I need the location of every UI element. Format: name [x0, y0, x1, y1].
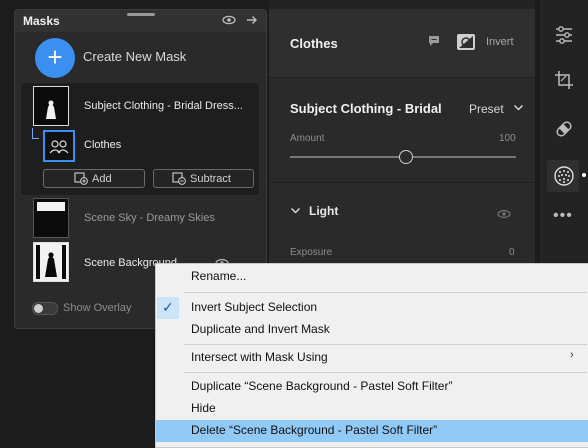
masks-panel-title: Masks [23, 14, 60, 28]
eye-icon[interactable] [497, 206, 511, 224]
crop-icon[interactable] [553, 69, 575, 96]
chevron-right-icon: › [570, 349, 574, 361]
menu-item-label: Duplicate “Scene Background - Pastel Sof… [191, 379, 453, 393]
menu-item-label: Duplicate and Invert Mask [191, 322, 330, 336]
mask-label[interactable]: Subject Clothing - Bridal Dress... [84, 100, 243, 112]
create-new-mask-button[interactable]: + [35, 38, 75, 78]
drag-handle[interactable] [127, 13, 155, 16]
show-overlay-label: Show Overlay [63, 302, 132, 314]
create-new-mask-label[interactable]: Create New Mask [83, 49, 186, 64]
menu-item-intersect-with-mask[interactable]: Intersect with Mask Using [156, 347, 588, 369]
exposure-value[interactable]: 0 [509, 247, 515, 258]
add-label: Add [92, 173, 112, 185]
menu-item-invert-subject-selection[interactable]: Invert Subject Selection [156, 297, 588, 319]
menu-item-label: Hide [191, 401, 216, 415]
comment-icon[interactable] [427, 34, 441, 53]
menu-item-duplicate-and-invert[interactable]: Duplicate and Invert Mask [156, 319, 588, 341]
mask-properties-header: Clothes Invert [269, 9, 535, 78]
show-overlay-toggle[interactable] [32, 302, 58, 315]
add-button[interactable]: Add [43, 169, 145, 188]
arrow-right-icon[interactable] [245, 13, 259, 32]
active-tool-indicator [582, 173, 586, 177]
menu-item-rename[interactable]: Rename... [156, 266, 588, 288]
menu-item-label: Invert Subject Selection [191, 300, 318, 314]
context-menu: Rename... ✓ Invert Subject Selection Dup… [155, 263, 588, 448]
menu-separator [184, 344, 587, 345]
menu-item-duplicate[interactable]: Duplicate “Scene Background - Pastel Sof… [156, 376, 588, 398]
menu-item-label: Delete “Scene Background - Pastel Soft F… [191, 423, 438, 437]
menu-item-delete[interactable]: Delete “Scene Background - Pastel Soft F… [156, 420, 588, 442]
chevron-down-icon[interactable] [290, 205, 301, 219]
menu-item-label: Intersect with Mask Using [191, 350, 328, 364]
subtract-label: Subtract [190, 173, 231, 185]
subtract-mask-icon [172, 172, 186, 188]
chevron-down-icon[interactable] [513, 102, 524, 116]
masks-panel-header: Masks [15, 10, 266, 32]
clothes-component-thumbnail[interactable] [43, 130, 75, 162]
add-mask-icon [74, 172, 88, 188]
amount-label: Amount [290, 133, 325, 144]
amount-value[interactable]: 100 [499, 133, 516, 144]
exposure-label: Exposure [290, 247, 333, 258]
healing-icon[interactable] [553, 118, 575, 145]
toggle-knob [34, 304, 43, 313]
selected-mask-group: Subject Clothing - Bridal Dress... Cloth… [21, 83, 259, 195]
masking-icon[interactable] [553, 165, 575, 192]
menu-item-hide[interactable]: Hide [156, 398, 588, 420]
subtract-button[interactable]: Subtract [153, 169, 254, 188]
preset-dropdown[interactable]: Preset [469, 102, 504, 116]
menu-item-label: Rename... [191, 269, 247, 283]
more-icon[interactable]: ••• [553, 207, 573, 225]
light-section-label[interactable]: Light [309, 204, 338, 218]
invert-label[interactable]: Invert [486, 36, 514, 48]
mask-connector [32, 128, 39, 139]
mask-label[interactable]: Scene Sky - Dreamy Skies [84, 212, 215, 224]
mask-thumbnail[interactable] [33, 242, 69, 282]
invert-icon[interactable] [456, 33, 476, 56]
sliders-icon[interactable] [553, 24, 575, 51]
divider [269, 182, 535, 183]
mask-thumbnail[interactable] [33, 198, 69, 238]
eye-icon[interactable] [222, 13, 236, 32]
menu-separator [184, 372, 587, 373]
amount-slider-thumb[interactable] [399, 150, 413, 164]
mask-title: Clothes [290, 36, 338, 51]
top-strip [269, 0, 535, 9]
section-title: Subject Clothing - Bridal [290, 101, 442, 116]
plus-icon: + [47, 42, 63, 72]
mask-thumbnail[interactable] [33, 86, 69, 126]
menu-separator [184, 292, 587, 293]
component-label[interactable]: Clothes [84, 139, 121, 151]
